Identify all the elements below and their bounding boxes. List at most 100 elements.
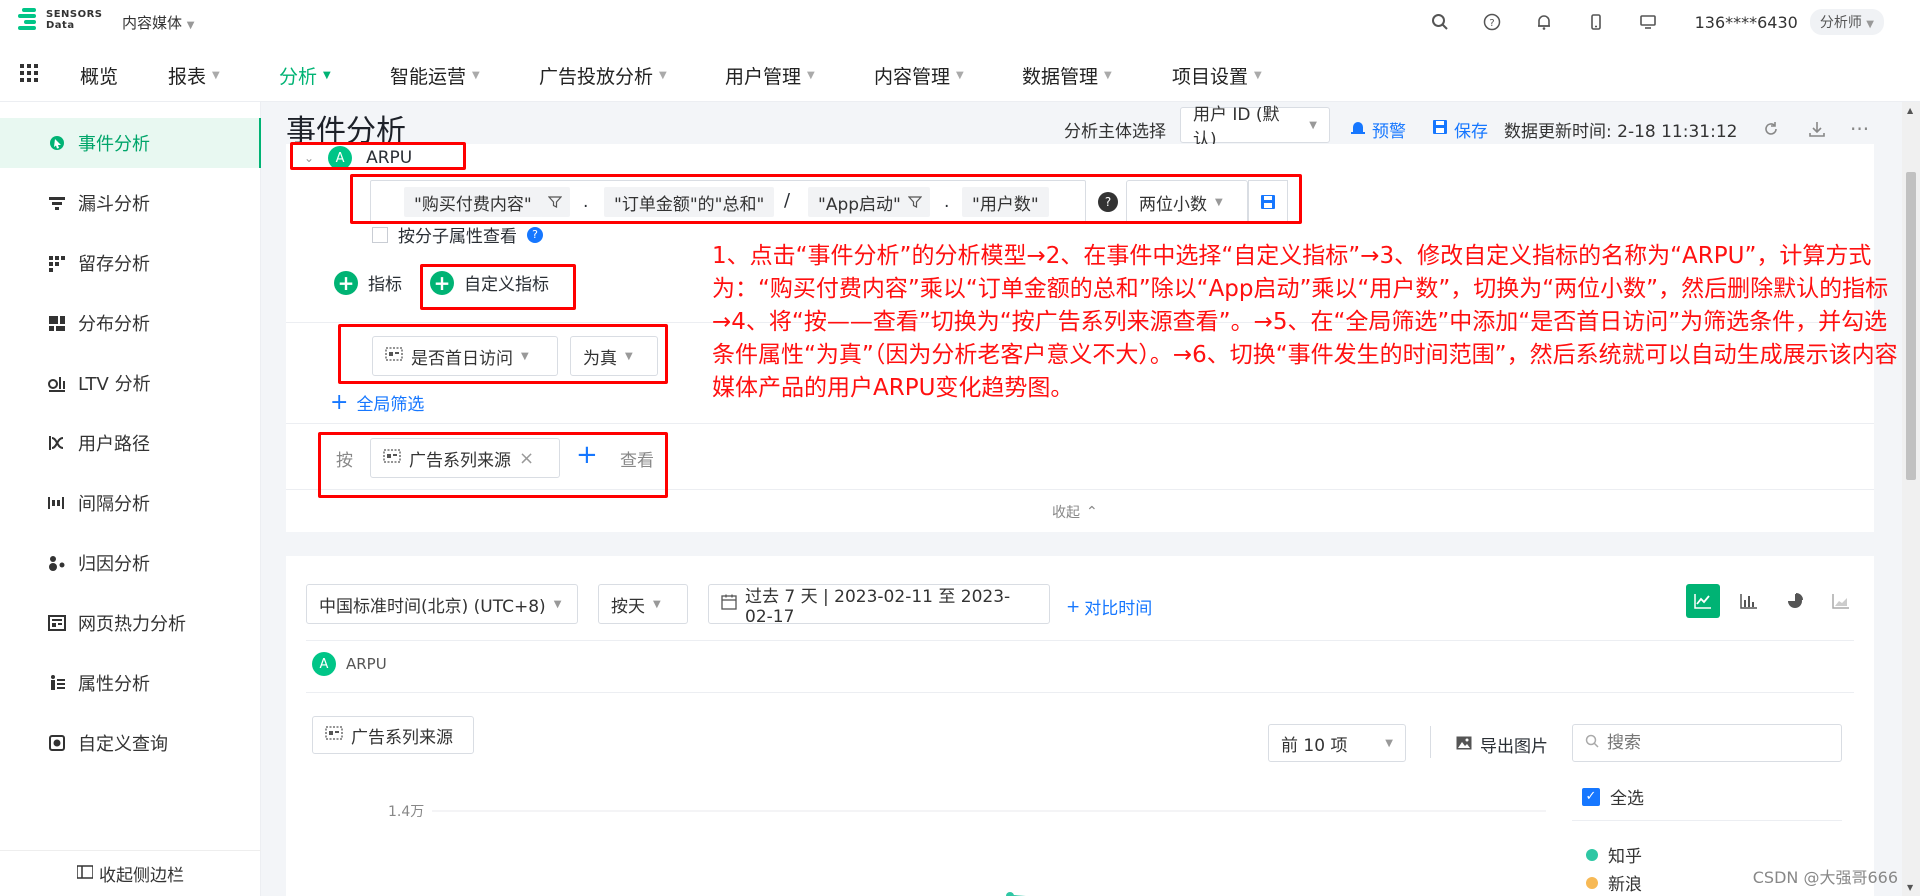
formula-event-chip[interactable]: "购买付费内容" (404, 187, 542, 217)
groupby-select[interactable]: 广告系列来源 × (370, 438, 560, 478)
sidebar-collapse-button[interactable]: 收起侧边栏 (0, 850, 261, 896)
calendar-icon (721, 594, 737, 615)
save-label: 保存 (1454, 121, 1488, 142)
brand-logo[interactable]: SENSORS Data (18, 6, 103, 34)
timezone-select[interactable]: 中国标准时间(北京) (UTC+8) ▼ (306, 584, 578, 624)
chevron-down-icon: ▼ (323, 70, 331, 81)
add-global-filter-button[interactable]: + 全局筛选 (330, 390, 424, 415)
plus-circle-icon: + (430, 270, 454, 295)
collapse-button[interactable]: 收起 ⌃ (1052, 502, 1098, 522)
bar-chart-icon[interactable] (1732, 584, 1766, 618)
page-scrollbar[interactable]: ▲ ▼ (1902, 102, 1920, 896)
nav-item-project-settings[interactable]: 项目设置 ▼ (1172, 62, 1262, 89)
nav-item-user-mgmt[interactable]: 用户管理 ▼ (725, 62, 815, 89)
scrollbar-thumb[interactable] (1906, 172, 1916, 480)
subject-selector-label-wrap: 分析主体选择 (1064, 112, 1166, 146)
help-icon[interactable]: ? (1481, 11, 1503, 33)
legend-item[interactable]: 知乎 (1586, 842, 1642, 867)
nav-item-overview[interactable]: 概览 (80, 62, 118, 89)
topn-select[interactable]: 前 10 项 ▼ (1268, 724, 1406, 762)
legend-item[interactable]: 新浪 (1586, 870, 1642, 895)
role-badge[interactable]: 分析师 ▼ (1809, 9, 1884, 35)
add-global-filter-label: 全局筛选 (356, 395, 425, 415)
compare-time-button[interactable]: + 对比时间 (1066, 594, 1152, 620)
granularity-select[interactable]: 按天 ▼ (598, 584, 688, 624)
export-image-button[interactable]: 导出图片 (1456, 732, 1548, 757)
select-all-toggle[interactable]: ✓ 全选 (1582, 784, 1644, 809)
filter-icon[interactable] (540, 187, 570, 217)
sidebar-item-funnel[interactable]: 漏斗分析 (0, 178, 261, 228)
add-custom-metric-button[interactable]: + 自定义指标 (430, 270, 549, 295)
search-input[interactable] (1607, 733, 1817, 753)
legend-search[interactable] (1572, 724, 1842, 762)
nav-item-data-mgmt[interactable]: 数据管理 ▼ (1022, 62, 1112, 89)
nav-item-smart-ops[interactable]: 智能运营 ▼ (390, 62, 480, 89)
sidebar-item-retention[interactable]: 留存分析 (0, 238, 261, 288)
nav-item-ad-analysis[interactable]: 广告投放分析 ▼ (539, 62, 667, 89)
filter-icon[interactable] (900, 187, 930, 217)
divider (286, 489, 1874, 490)
refresh-icon[interactable] (1762, 112, 1780, 146)
nav-item-reports[interactable]: 报表 ▼ (168, 62, 220, 89)
checkbox-checked-icon[interactable]: ✓ (1582, 787, 1600, 806)
heatmap-icon (46, 612, 68, 634)
sidebar-item-custom-query[interactable]: 自定义查询 (0, 718, 261, 768)
bell-icon[interactable] (1533, 11, 1555, 33)
filter-field-select[interactable]: 是否首日访问 ▼ (372, 336, 558, 376)
area-chart-icon[interactable] (1824, 584, 1858, 618)
chevron-down-icon[interactable]: ⌄ (304, 151, 314, 165)
sidebar-item-label: LTV 分析 (78, 374, 151, 395)
chevron-down-icon: ▼ (807, 70, 815, 81)
more-icon[interactable]: ··· (1850, 112, 1869, 146)
sub-property-toggle[interactable]: 按分子属性查看 ? (372, 222, 543, 247)
sidebar-item-distribution[interactable]: 分布分析 (0, 298, 261, 348)
sidebar-item-property[interactable]: 属性分析 (0, 658, 261, 708)
alert-button[interactable]: 预警 (1350, 112, 1406, 146)
save-metric-icon[interactable] (1248, 180, 1288, 224)
subject-select[interactable]: 用户 ID (默认) ▼ (1180, 105, 1330, 150)
formula-property-chip[interactable]: "订单金额"的"总和" (604, 187, 775, 217)
image-icon (1456, 735, 1472, 755)
sidebar-item-attribution[interactable]: 归因分析 (0, 538, 261, 588)
nav-item-analysis[interactable]: 分析 ▼ (279, 62, 331, 89)
precision-select[interactable]: 两位小数 ▼ (1126, 180, 1248, 224)
metric-name[interactable]: ARPU (366, 148, 412, 168)
sidebar-item-event-analysis[interactable]: 事件分析 (0, 118, 261, 168)
project-selector[interactable]: 内容媒体 ▼ (122, 12, 195, 33)
mobile-icon[interactable] (1585, 11, 1607, 33)
close-icon[interactable]: × (519, 448, 534, 469)
monitor-icon[interactable] (1637, 11, 1659, 33)
scroll-up-icon[interactable]: ▲ (1907, 106, 1913, 115)
formula-operator: . (583, 192, 589, 212)
nav-item-content-mgmt[interactable]: 内容管理 ▼ (874, 62, 964, 89)
sidebar-item-label: 留存分析 (78, 254, 150, 275)
sidebar-item-heatmap[interactable]: 网页热力分析 (0, 598, 261, 648)
formula-property-chip[interactable]: "用户数" (962, 187, 1049, 217)
help-icon[interactable]: ? (1098, 192, 1118, 212)
sidebar-item-interval[interactable]: 间隔分析 (0, 478, 261, 528)
collapse-sidebar-icon (76, 864, 94, 884)
metric-name: ARPU (346, 655, 387, 673)
plus-icon: + (1066, 596, 1081, 617)
date-range-picker[interactable]: 过去 7 天 | 2023-02-11 至 2023-02-17 (708, 584, 1050, 627)
sidebar-item-ltv[interactable]: LTV 分析 (0, 358, 261, 408)
add-metric-button[interactable]: + 指标 (334, 270, 402, 295)
search-icon[interactable] (1429, 11, 1451, 33)
user-phone[interactable]: 136****6430 (1695, 13, 1798, 32)
help-icon[interactable]: ? (527, 226, 543, 243)
line-chart-icon[interactable] (1686, 584, 1720, 618)
download-icon[interactable] (1808, 112, 1826, 146)
filter-value-select[interactable]: 为真 ▼ (570, 336, 658, 376)
apps-grid-icon[interactable] (20, 64, 38, 82)
checkbox[interactable] (372, 226, 388, 243)
save-button[interactable]: 保存 (1432, 112, 1488, 146)
chart-groupby-chip[interactable]: 广告系列来源 (312, 716, 474, 754)
watermark: CSDN @大强哥666 (1752, 868, 1898, 887)
add-groupby-icon[interactable]: + (576, 440, 598, 470)
pie-chart-icon[interactable] (1778, 584, 1812, 618)
distribution-icon (46, 312, 68, 334)
add-metric-label: 指标 (368, 275, 402, 295)
sidebar-item-user-path[interactable]: 用户路径 (0, 418, 261, 468)
formula-event-chip[interactable]: "App启动" (808, 187, 911, 217)
scroll-down-icon[interactable]: ▼ (1907, 883, 1913, 892)
